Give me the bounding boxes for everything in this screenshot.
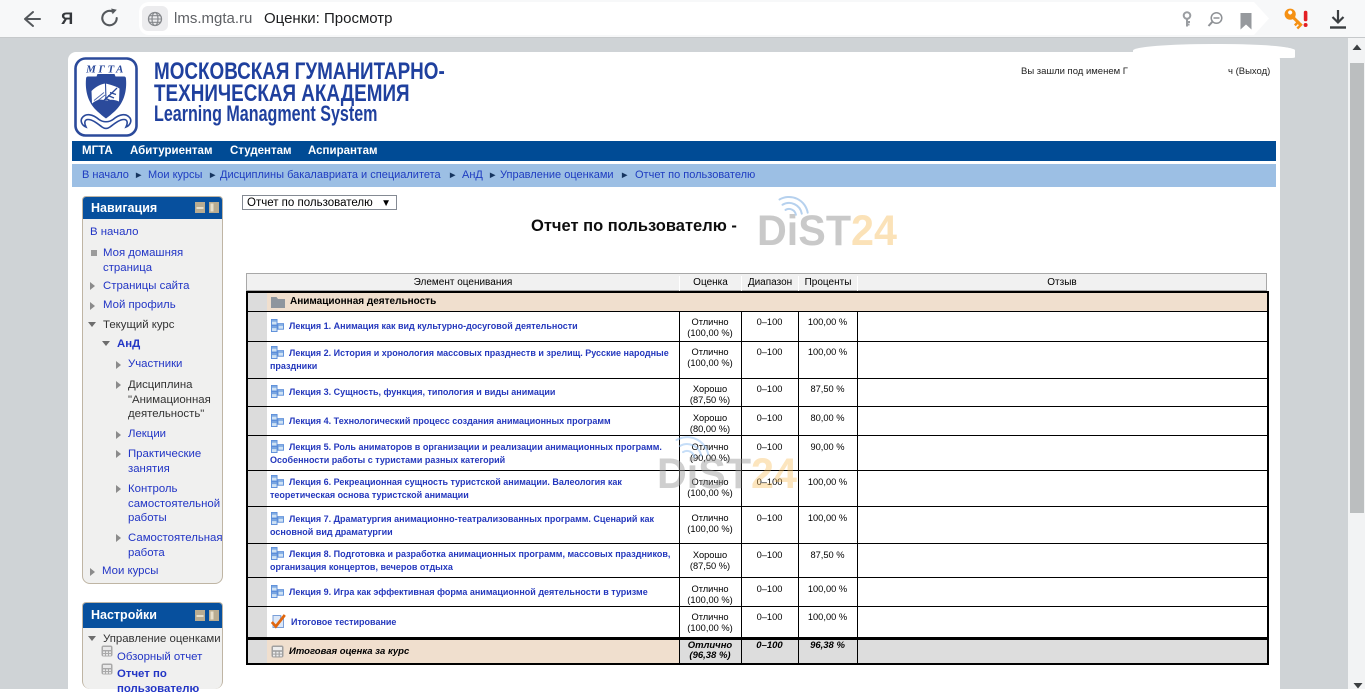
svg-text:МГТА: МГТА [85,64,126,76]
